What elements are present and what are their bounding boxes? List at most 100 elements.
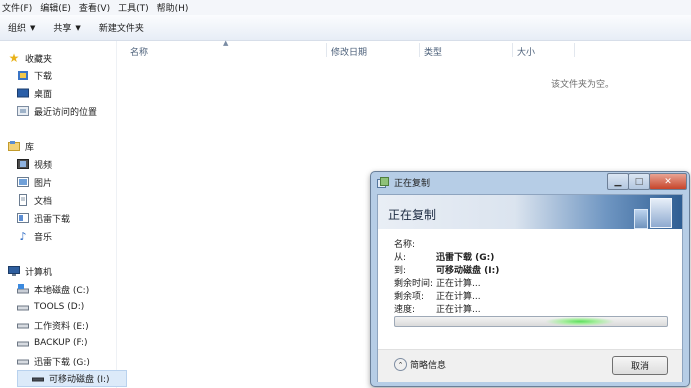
nav-item-label: 工作资料 (E:) [34, 321, 89, 332]
close-icon: ✕ [664, 176, 672, 187]
to-label: 到: [394, 266, 407, 276]
dialog-client: 正在复制 名称: 从: 迅雷下载 (G:) 到: 可移动磁盘 (I:) 剩余时间… [377, 194, 683, 382]
nav-item-label: 最近访问的位置 [34, 107, 98, 118]
nav-item-recent[interactable]: 最近访问的位置 [17, 103, 97, 119]
to-row: 到: 可移动磁盘 (I:) [394, 263, 499, 276]
items-remaining-row: 剩余项: 正在计算... [394, 289, 481, 302]
system-drive-icon [17, 283, 29, 295]
column-size[interactable]: 大小 [517, 45, 535, 58]
nav-item-downloads[interactable]: 下载 [17, 67, 52, 83]
from-label: 从: [394, 253, 407, 263]
nav-drive-f[interactable]: BACKUP (F:) [17, 335, 88, 351]
library-icon [8, 140, 20, 152]
column-name[interactable]: 名称 [130, 45, 148, 58]
copy-dialog: 正在复制 ▁ □ ✕ 正在复制 名称: 从: 迅雷下载 (G:) 到: 可移动磁… [370, 171, 690, 387]
column-modified[interactable]: 修改日期 [331, 45, 367, 58]
close-button[interactable]: ✕ [649, 173, 687, 190]
dialog-body: 名称: 从: 迅雷下载 (G:) 到: 可移动磁盘 (I:) 剩余时间: 正在计… [378, 229, 682, 382]
time-remaining-value: 正在计算... [436, 279, 481, 289]
name-row: 名称: [394, 237, 436, 250]
speed-row: 速度: 正在计算... [394, 302, 481, 315]
time-remaining-row: 剩余时间: 正在计算... [394, 276, 481, 289]
column-divider[interactable] [512, 43, 513, 57]
nav-item-music[interactable]: ♪ 音乐 [17, 228, 52, 244]
sort-arrow-icon: ▲ [223, 39, 229, 47]
column-divider[interactable] [326, 43, 327, 57]
menu-bar: 文件(F) 编辑(E) 查看(V) 工具(T) 帮助(H) [0, 0, 691, 15]
minimize-icon: ▁ [614, 176, 622, 187]
nav-drive-c[interactable]: 本地磁盘 (C:) [17, 281, 89, 297]
menu-tools[interactable]: 工具(T) [116, 1, 155, 14]
nav-item-documents[interactable]: 文档 [17, 192, 52, 208]
items-remaining-value: 正在计算... [436, 292, 481, 302]
nav-item-xunlei[interactable]: 迅雷下载 [17, 210, 70, 226]
star-icon: ★ [8, 51, 20, 65]
chevron-up-icon: ⌃ [394, 358, 407, 371]
document-icon [17, 194, 29, 206]
organize-button[interactable]: 组织 ▼ [8, 21, 36, 35]
nav-drive-e[interactable]: 工作资料 (E:) [17, 317, 89, 333]
maximize-button[interactable]: □ [628, 173, 650, 190]
brief-info-label: 简略信息 [410, 361, 447, 371]
dropdown-arrow-icon: ▼ [75, 23, 81, 32]
dialog-header: 正在复制 [378, 195, 682, 229]
dialog-titlebar[interactable]: 正在复制 [377, 176, 430, 189]
nav-item-label: 迅雷下载 [34, 214, 71, 225]
share-button[interactable]: 共享 ▼ [53, 21, 81, 35]
nav-computer-label: 计算机 [25, 267, 53, 278]
nav-item-label: 迅雷下载 (G:) [34, 357, 90, 368]
command-bar: 组织 ▼ 共享 ▼ 新建文件夹 [0, 15, 691, 41]
nav-drive-i[interactable]: 可移动磁盘 (I:) [17, 370, 127, 387]
nav-item-videos[interactable]: 视频 [17, 156, 52, 172]
menu-help[interactable]: 帮助(H) [155, 1, 195, 14]
time-remaining-label: 剩余时间: [394, 279, 434, 289]
nav-computer[interactable]: 计算机 [8, 263, 52, 279]
name-label: 名称: [394, 240, 416, 250]
picture-icon [17, 176, 29, 188]
maximize-icon: □ [634, 176, 644, 187]
downloads-folder-icon [17, 69, 29, 81]
column-divider[interactable] [419, 43, 420, 57]
copy-animation-icon [634, 209, 648, 229]
cancel-button[interactable]: 取消 [612, 356, 668, 375]
nav-item-label: 视频 [34, 160, 53, 171]
dialog-window-title: 正在复制 [394, 179, 431, 189]
empty-folder-message: 该文件夹为空。 [551, 80, 615, 90]
nav-item-label: BACKUP (F:) [34, 338, 88, 348]
to-value[interactable]: 可移动磁盘 (I:) [436, 263, 499, 276]
dialog-footer: ⌃ 简略信息 取消 [378, 349, 682, 382]
minimize-button[interactable]: ▁ [607, 173, 629, 190]
menu-file[interactable]: 文件(F) [0, 1, 38, 14]
from-row: 从: 迅雷下载 (G:) [394, 250, 494, 263]
items-remaining-label: 剩余项: [394, 292, 425, 302]
nav-favorites[interactable]: ★ 收藏夹 [8, 50, 52, 66]
nav-drive-g[interactable]: 迅雷下载 (G:) [17, 353, 90, 369]
nav-item-label: 音乐 [34, 232, 53, 243]
copy-animation-icon [650, 198, 672, 228]
removable-drive-icon [32, 373, 44, 385]
recent-places-icon [17, 105, 29, 117]
column-type[interactable]: 类型 [424, 45, 442, 58]
nav-item-desktop[interactable]: 桌面 [17, 85, 52, 101]
nav-item-pictures[interactable]: 图片 [17, 174, 52, 190]
drive-icon [17, 319, 29, 331]
nav-drive-d[interactable]: TOOLS (D:) [17, 299, 84, 315]
nav-favorites-label: 收藏夹 [25, 54, 53, 65]
menu-edit[interactable]: 编辑(E) [38, 1, 77, 14]
column-divider[interactable] [574, 43, 575, 57]
nav-item-label: 图片 [34, 178, 53, 189]
drive-icon [17, 337, 29, 349]
dialog-header-title: 正在复制 [388, 208, 437, 222]
drive-icon [17, 355, 29, 367]
nav-item-label: 下载 [34, 71, 53, 82]
nav-libraries[interactable]: 库 [8, 138, 34, 154]
video-icon [17, 158, 29, 170]
menu-view[interactable]: 查看(V) [77, 1, 116, 14]
speed-label: 速度: [394, 305, 416, 315]
new-folder-button[interactable]: 新建文件夹 [99, 21, 144, 34]
brief-info-toggle[interactable]: ⌃ 简略信息 [394, 358, 446, 371]
from-value[interactable]: 迅雷下载 (G:) [436, 250, 494, 263]
navigation-pane: ★ 收藏夹 下载 桌面 最近访问的位置 库 视频 图片 文档 迅雷下载 ♪ 音乐… [0, 41, 127, 388]
progress-marquee [545, 317, 615, 326]
dropdown-arrow-icon: ▼ [30, 23, 36, 32]
